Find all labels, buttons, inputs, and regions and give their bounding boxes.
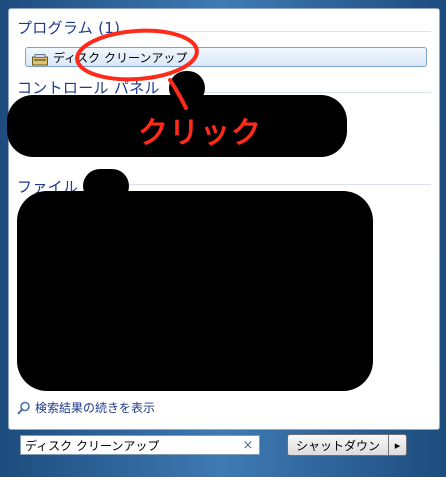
annotation-pointer [168,78,188,110]
annotation-click-text: クリック [138,116,262,151]
annotation-overlay [75,28,199,110]
annotation-circle [75,28,199,82]
